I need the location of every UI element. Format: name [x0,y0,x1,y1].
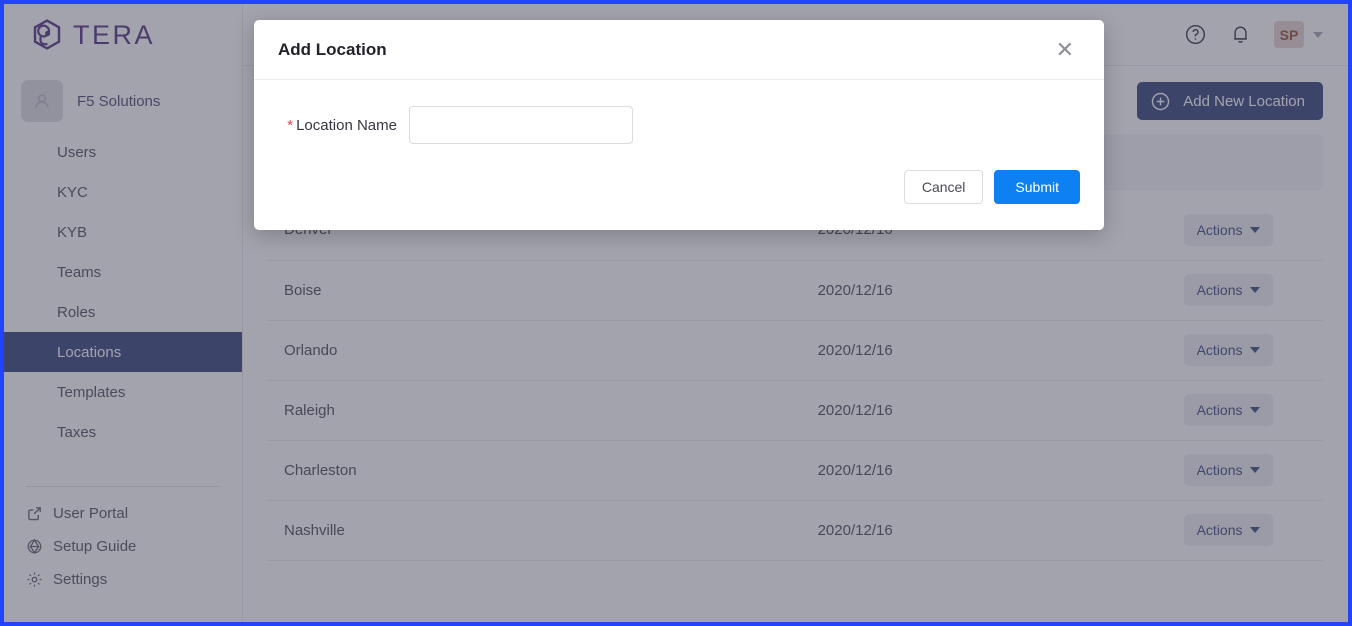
modal-footer: Cancel Submit [254,150,1104,230]
browser-frame: TERA F5 Solutions Users KYC KYB Teams Ro… [0,0,1352,626]
app-window: TERA F5 Solutions Users KYC KYB Teams Ro… [4,4,1348,622]
modal-body: * Location Name [254,80,1104,150]
required-marker: * [287,116,294,134]
cancel-button[interactable]: Cancel [903,170,984,204]
submit-button[interactable]: Submit [994,170,1080,204]
location-name-label: * Location Name [278,117,409,134]
location-name-form-row: * Location Name [278,106,1080,144]
location-name-input[interactable] [409,106,633,144]
modal-header: Add Location ✕ [254,20,1104,80]
close-icon[interactable]: ✕ [1050,35,1080,65]
add-location-modal: Add Location ✕ * Location Name Cancel Sub… [254,20,1104,230]
modal-title: Add Location [278,39,387,59]
location-name-label-text: Location Name [296,116,397,134]
